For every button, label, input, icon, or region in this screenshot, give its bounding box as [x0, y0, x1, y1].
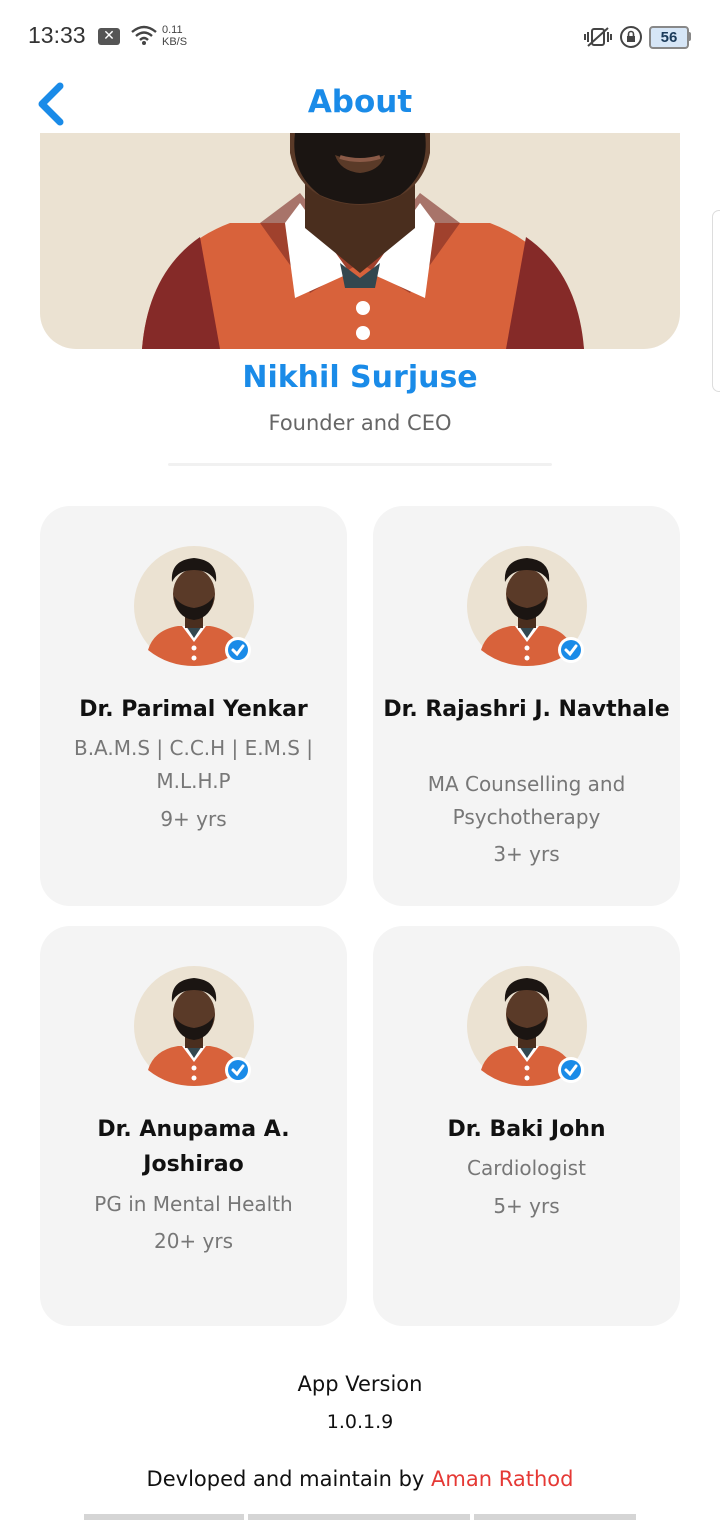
close-box-icon: ✕ — [98, 28, 120, 45]
app-version-label: App Version — [297, 1372, 423, 1396]
team-member-experience: 3+ yrs — [493, 842, 560, 866]
bottom-scroll-edge — [84, 1514, 636, 1520]
team-member-qualification: Cardiologist — [467, 1156, 586, 1180]
app-version-value: 1.0.1.9 — [326, 1411, 394, 1433]
rotation-lock-icon — [619, 25, 643, 53]
team-member-qualification: B.A.M.S | C.C.H | E.M.S | M.L.H.P — [73, 736, 314, 793]
net-speed-value: 0.11 — [162, 24, 183, 36]
developer-name[interactable]: Aman Rathod — [431, 1467, 573, 1491]
team-card[interactable]: Dr. Anupama A. Joshirao PG in Mental Hea… — [40, 926, 347, 1326]
team-member-experience: 20+ yrs — [153, 1229, 234, 1253]
founder-role: Founder and CEO — [268, 411, 452, 435]
battery-tip — [688, 32, 691, 41]
team-member-experience: 5+ yrs — [493, 1194, 560, 1218]
page-title: About — [307, 84, 413, 120]
team-member-qualification: MA Counselling and Psychotherapy — [427, 772, 626, 829]
verified-icon — [561, 1060, 581, 1080]
battery-indicator: 56 — [649, 26, 689, 49]
divider — [168, 463, 552, 466]
developer-credit: Devloped and maintain by Aman Rathod — [0, 1467, 720, 1491]
team-card[interactable]: Dr. Baki John Cardiologist 5+ yrs — [373, 926, 680, 1326]
verified-icon — [228, 640, 248, 660]
team-member-experience: 9+ yrs — [160, 807, 227, 831]
team-card[interactable]: Dr. Parimal Yenkar B.A.M.S | C.C.H | E.M… — [40, 506, 347, 906]
net-speed-unit: KB/S — [162, 36, 188, 48]
team-member-name: Dr. Rajashri J. Navthale — [383, 697, 670, 722]
verified-icon — [228, 1060, 248, 1080]
edge-panel-handle[interactable] — [712, 210, 720, 392]
net-speed: 0.11 KB/S — [162, 24, 187, 48]
developer-credit-prefix: Devloped and maintain by — [146, 1467, 425, 1491]
team-member-qualification: PG in Mental Health — [94, 1192, 293, 1216]
wifi-icon — [130, 24, 158, 50]
verified-icon — [561, 640, 581, 660]
team-member-name: Dr. Parimal Yenkar — [79, 697, 308, 722]
vibrate-icon — [584, 26, 612, 52]
team-member-name: Dr. Anupama A. Joshirao — [97, 1117, 290, 1177]
founder-name: Nikhil Surjuse — [242, 360, 478, 395]
status-time: 13:33 — [28, 22, 86, 48]
team-member-name: Dr. Baki John — [447, 1117, 606, 1142]
founder-photo — [40, 133, 680, 349]
status-bar: 13:33 ✕ 0.11 KB/S 56 — [0, 0, 720, 72]
team-card[interactable]: Dr. Rajashri J. Navthale MA Counselling … — [373, 506, 680, 906]
